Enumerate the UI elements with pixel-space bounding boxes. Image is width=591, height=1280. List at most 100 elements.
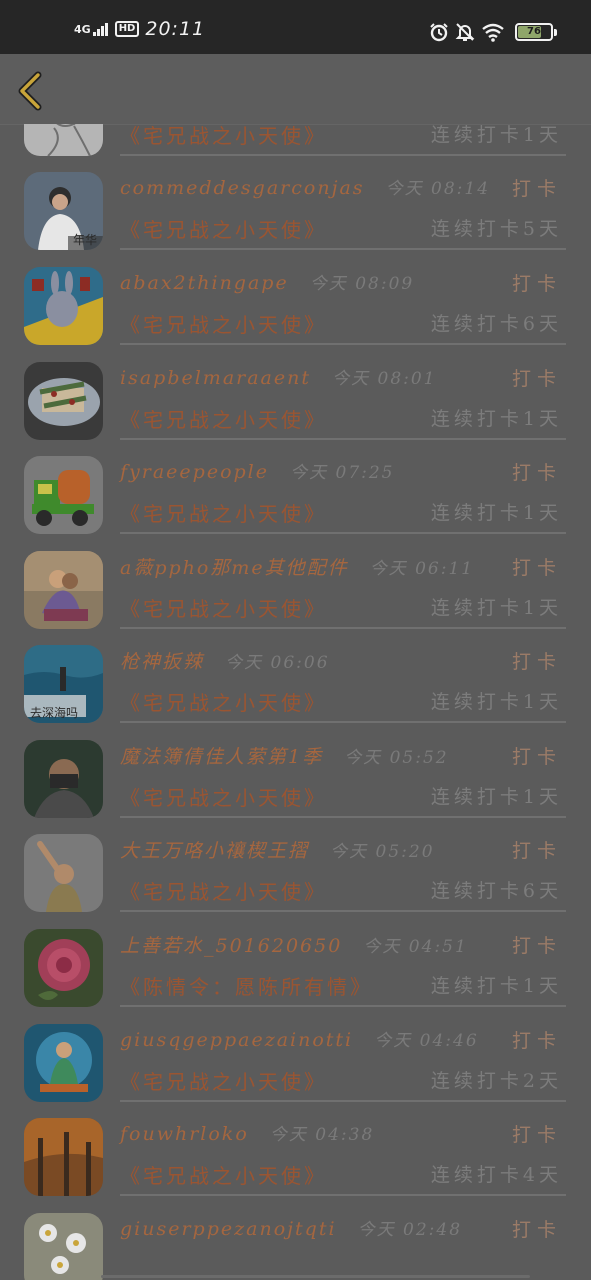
username[interactable]: 枪神扳辣 [120, 651, 204, 673]
row-detail: 《宅兄战之小天使》 连续打卡6天 [120, 309, 566, 341]
avatar[interactable] [24, 362, 103, 440]
book-title[interactable]: 《宅兄战之小天使》 [120, 502, 327, 526]
avatar[interactable]: 年华 [24, 172, 103, 250]
list-item[interactable]: poauisimith 今天 07:32 打卡 《宅兄战之小天使》 连续打卡1天 [0, 124, 591, 159]
username[interactable]: 上善若水_501620650 [120, 935, 342, 957]
avatar-image [24, 740, 103, 818]
timestamp: 今天 04:38 [269, 1125, 375, 1145]
row-detail: 《宅兄战之小天使》 连续打卡1天 [120, 687, 566, 719]
row-detail: 《宅兄战之小天使》 连续打卡5天 [120, 214, 566, 246]
avatar[interactable] [24, 834, 103, 912]
list-item[interactable]: abax2thingape 今天 08:09 打卡 《宅兄战之小天使》 连续打卡… [0, 253, 591, 348]
row-detail: 《宅兄战之小天使》 连续打卡1天 [120, 498, 566, 530]
list-item[interactable]: fyraeepeople 今天 07:25 打卡 《宅兄战之小天使》 连续打卡1… [0, 442, 591, 537]
row-header: 枪神扳辣 今天 06:06 [120, 647, 562, 679]
checkin-label: 打卡 [511, 935, 562, 957]
avatar[interactable] [24, 124, 103, 156]
list-item[interactable]: 去深海吗 枪神扳辣 今天 06:06 打卡 《宅兄战之小天使》 连续打卡1天 [0, 631, 591, 726]
list-item[interactable]: 年华 commeddesgarconjas 今天 08:14 打卡 《宅兄战之小… [0, 158, 591, 253]
avatar[interactable] [24, 267, 103, 345]
checkin-label: 打卡 [511, 1030, 562, 1052]
back-button[interactable] [14, 71, 50, 111]
status-left: 4G HD 20:11 [74, 18, 205, 40]
avatar-image [24, 362, 103, 440]
avatar[interactable] [24, 1024, 103, 1102]
divider [120, 721, 566, 723]
avatar[interactable] [24, 740, 103, 818]
divider [120, 1100, 566, 1102]
streak-label: 连续打卡1天 [430, 502, 562, 524]
divider [120, 343, 566, 345]
list-item[interactable]: giuserppezanojtqti 今天 02:48 打卡 [0, 1199, 591, 1280]
row-detail: 《宅兄战之小天使》 连续打卡6天 [120, 876, 566, 908]
streak-label: 连续打卡1天 [430, 124, 562, 146]
row-header: abax2thingape 今天 08:09 [120, 269, 562, 301]
timestamp: 今天 06:06 [225, 653, 330, 673]
list-item[interactable]: fouwhrloko 今天 04:38 打卡 《宅兄战之小天使》 连续打卡4天 [0, 1104, 591, 1199]
list-item[interactable]: 上善若水_501620650 今天 04:51 打卡 《陈情令：愿陈所有情》 连… [0, 915, 591, 1010]
row-header: giuserppezanojtqti 今天 02:48 [120, 1215, 562, 1247]
book-title[interactable]: 《宅兄战之小天使》 [120, 880, 327, 904]
username[interactable]: isapbelmaraaent [120, 367, 311, 389]
book-title[interactable]: 《宅兄战之小天使》 [120, 597, 327, 621]
list-item[interactable]: a薇ppho那me其他配件 今天 06:11 打卡 《宅兄战之小天使》 连续打卡… [0, 537, 591, 632]
battery-icon: 76 [515, 23, 553, 41]
wifi-icon [482, 23, 504, 42]
row-header: 魔法簿倩佳人萦第1季 今天 05:52 [120, 742, 562, 774]
username[interactable]: 魔法簿倩佳人萦第1季 [120, 746, 323, 768]
book-title[interactable]: 《宅兄战之小天使》 [120, 691, 327, 715]
checkin-label: 打卡 [511, 557, 562, 579]
signal-icon [92, 22, 109, 36]
username[interactable]: commeddesgarconjas [120, 177, 365, 199]
streak-label: 连续打卡5天 [430, 218, 562, 240]
header-bar [0, 54, 591, 125]
book-title[interactable]: 《宅兄战之小天使》 [120, 313, 327, 337]
checkin-label: 打卡 [511, 1124, 562, 1146]
timestamp: 今天 06:11 [369, 559, 475, 579]
username[interactable]: abax2thingape [120, 272, 289, 294]
avatar[interactable] [24, 456, 103, 534]
list-item[interactable]: 大王万咯小禳楔王摺 今天 05:20 打卡 《宅兄战之小天使》 连续打卡6天 [0, 820, 591, 915]
streak-label: 连续打卡6天 [430, 880, 562, 902]
checkin-label: 打卡 [511, 178, 562, 200]
row-detail: 《宅兄战之小天使》 连续打卡1天 [120, 782, 566, 814]
avatar[interactable] [24, 1213, 103, 1280]
battery-percent: 76 [527, 26, 541, 37]
status-right: 76 [423, 22, 557, 42]
row-header: isapbelmaraaent 今天 08:01 [120, 364, 562, 396]
username[interactable]: fyraeepeople [120, 461, 269, 483]
list-item[interactable]: isapbelmaraaent 今天 08:01 打卡 《宅兄战之小天使》 连续… [0, 348, 591, 443]
book-title[interactable]: 《宅兄战之小天使》 [120, 786, 327, 810]
divider [120, 154, 566, 156]
book-title[interactable]: 《宅兄战之小天使》 [120, 1070, 327, 1094]
avatar-image [24, 551, 103, 629]
username[interactable]: giuserppezanojtqti [120, 1218, 337, 1240]
row-header: commeddesgarconjas 今天 08:14 [120, 174, 562, 206]
book-title[interactable]: 《宅兄战之小天使》 [120, 124, 327, 148]
checkin-list[interactable]: poauisimith 今天 07:32 打卡 《宅兄战之小天使》 连续打卡1天… [0, 124, 591, 1280]
streak-label: 连续打卡1天 [430, 597, 562, 619]
row-detail: 《宅兄战之小天使》 连续打卡2天 [120, 1066, 566, 1098]
username[interactable]: a薇ppho那me其他配件 [120, 557, 349, 579]
divider [120, 910, 566, 912]
list-item[interactable]: 魔法簿倩佳人萦第1季 今天 05:52 打卡 《宅兄战之小天使》 连续打卡1天 [0, 726, 591, 821]
book-title[interactable]: 《宅兄战之小天使》 [120, 1164, 327, 1188]
avatar[interactable] [24, 929, 103, 1007]
book-title[interactable]: 《宅兄战之小天使》 [120, 218, 327, 242]
avatar[interactable]: 去深海吗 [24, 645, 103, 723]
row-detail: 《宅兄战之小天使》 连续打卡1天 [120, 404, 566, 436]
bell-off-icon [455, 23, 475, 41]
checkin-label: 打卡 [511, 746, 562, 768]
avatar[interactable] [24, 551, 103, 629]
list-item[interactable]: giusqgeppaezainotti 今天 04:46 打卡 《宅兄战之小天使… [0, 1010, 591, 1105]
streak-label: 连续打卡1天 [430, 408, 562, 430]
row-detail: 《陈情令：愿陈所有情》 连续打卡1天 [120, 971, 566, 1003]
book-title[interactable]: 《宅兄战之小天使》 [120, 408, 327, 432]
avatar[interactable] [24, 1118, 103, 1196]
username[interactable]: giusqgeppaezainotti [120, 1029, 353, 1051]
username[interactable]: 大王万咯小禳楔王摺 [120, 840, 309, 862]
timestamp: 今天 02:48 [357, 1220, 463, 1240]
username[interactable]: fouwhrloko [120, 1123, 249, 1145]
divider [120, 532, 566, 534]
book-title[interactable]: 《陈情令：愿陈所有情》 [120, 975, 373, 999]
